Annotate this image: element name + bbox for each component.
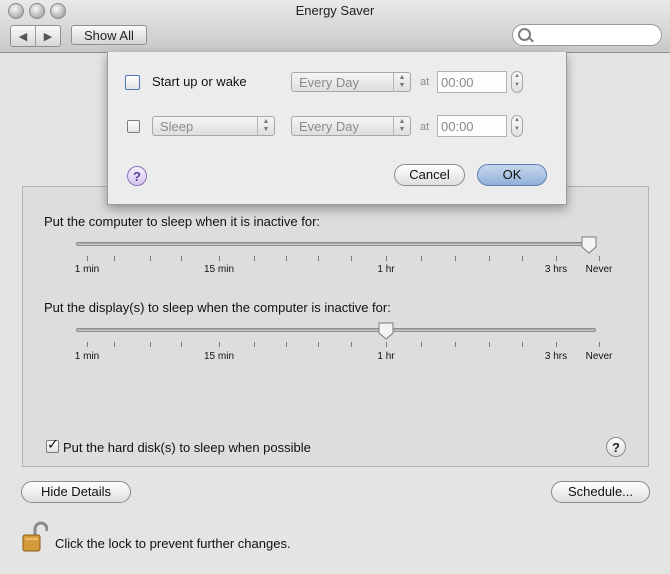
sheet-help-button[interactable]: ? — [127, 166, 147, 186]
startup-wake-label: Start up or wake — [152, 74, 247, 89]
ok-button[interactable]: OK — [477, 164, 547, 186]
hard-disk-sleep-checkbox[interactable] — [46, 437, 59, 453]
slider-tick — [114, 256, 115, 261]
slider-tick — [351, 256, 352, 261]
slider-tick — [599, 256, 600, 261]
slider-tick — [286, 256, 287, 261]
slider-tick — [421, 256, 422, 261]
slider-tick — [455, 342, 456, 347]
slider-tick — [150, 256, 151, 261]
slider-tick — [522, 342, 523, 347]
schedule-sheet: Start up or wake Every Day ▲ ▼ at 00:00 ▲… — [107, 52, 567, 205]
slider-tick — [455, 256, 456, 261]
sleep-time-field[interactable]: 00:00 — [437, 115, 507, 137]
hard-disk-sleep-label: Put the hard disk(s) to sleep when possi… — [63, 440, 311, 455]
search-input[interactable] — [535, 27, 657, 45]
tick-label: 1 min — [74, 351, 100, 362]
startup-wake-checkbox[interactable] — [125, 75, 140, 90]
slider-tick — [150, 342, 151, 347]
forward-arrow-icon[interactable]: ▶ — [35, 26, 60, 46]
window-toolbar: Energy Saver ◀ ▶ Show All — [0, 0, 670, 53]
sleep-frequency-popup[interactable]: Every Day ▲ ▼ — [291, 116, 411, 136]
slider-tick — [556, 342, 557, 347]
sleep-checkbox[interactable] — [127, 120, 140, 133]
tick-label: 3 hrs — [544, 264, 568, 275]
slider-tick — [318, 256, 319, 261]
back-forward-control: ◀ ▶ — [10, 25, 61, 47]
show-all-button[interactable]: Show All — [71, 25, 147, 45]
computer-sleep-label: Put the computer to sleep when it is ina… — [44, 214, 321, 229]
computer-sleep-slider[interactable] — [76, 242, 596, 246]
computer-sleep-slider-thumb[interactable] — [581, 236, 597, 254]
slider-tick — [489, 342, 490, 347]
tick-label: 15 min — [203, 351, 235, 362]
slider-tick — [556, 256, 557, 261]
slider-tick — [181, 256, 182, 261]
tick-label: Never — [585, 264, 613, 275]
slider-tick — [421, 342, 422, 347]
slider-tick — [386, 342, 387, 347]
lock-message: Click the lock to prevent further change… — [55, 536, 291, 551]
sleep-time-stepper[interactable]: ▲ ▼ — [511, 115, 523, 137]
at-label: at — [420, 121, 430, 133]
popup-arrows-icon: ▲ ▼ — [393, 73, 410, 92]
tick-label: 1 min — [74, 264, 100, 275]
back-arrow-icon[interactable]: ◀ — [11, 26, 35, 46]
popup-arrows-icon: ▲ ▼ — [257, 117, 274, 136]
slider-tick — [489, 256, 490, 261]
slider-tick — [254, 342, 255, 347]
search-field[interactable] — [512, 24, 662, 46]
slider-tick — [254, 256, 255, 261]
slider-tick — [599, 342, 600, 347]
tick-label: 3 hrs — [544, 351, 568, 362]
schedule-button[interactable]: Schedule... — [551, 481, 650, 503]
sleep-action-popup[interactable]: Sleep ▲ ▼ — [152, 116, 275, 136]
slider-tick — [219, 256, 220, 261]
slider-tick — [219, 342, 220, 347]
tick-label: 1 hr — [377, 264, 395, 275]
slider-tick — [87, 342, 88, 347]
slider-tick — [522, 256, 523, 261]
search-icon — [518, 28, 531, 41]
slider-tick — [286, 342, 287, 347]
slider-tick — [351, 342, 352, 347]
slider-tick — [181, 342, 182, 347]
display-sleep-slider[interactable] — [76, 328, 596, 332]
cancel-button[interactable]: Cancel — [394, 164, 465, 186]
display-sleep-slider-thumb[interactable] — [378, 322, 394, 340]
popup-arrows-icon: ▲ ▼ — [393, 117, 410, 136]
window-title: Energy Saver — [295, 3, 375, 18]
tick-label: Never — [585, 351, 613, 362]
tick-label: 15 min — [203, 264, 235, 275]
startup-frequency-popup[interactable]: Every Day ▲ ▼ — [291, 72, 411, 92]
display-sleep-label: Put the display(s) to sleep when the com… — [44, 300, 391, 315]
sleep-action-value: Sleep — [160, 119, 194, 134]
help-button[interactable]: ? — [606, 437, 626, 457]
startup-time-field[interactable]: 00:00 — [437, 71, 507, 93]
hide-details-button[interactable]: Hide Details — [21, 481, 131, 503]
slider-tick — [114, 342, 115, 347]
startup-time-stepper[interactable]: ▲ ▼ — [511, 71, 523, 93]
slider-tick — [87, 256, 88, 261]
at-label: at — [420, 76, 430, 88]
tick-label: 1 hr — [377, 351, 395, 362]
slider-tick — [318, 342, 319, 347]
sleep-frequency-value: Every Day — [299, 119, 359, 134]
startup-frequency-value: Every Day — [299, 75, 359, 90]
slider-tick — [386, 256, 387, 261]
lock-icon[interactable] — [22, 521, 48, 553]
